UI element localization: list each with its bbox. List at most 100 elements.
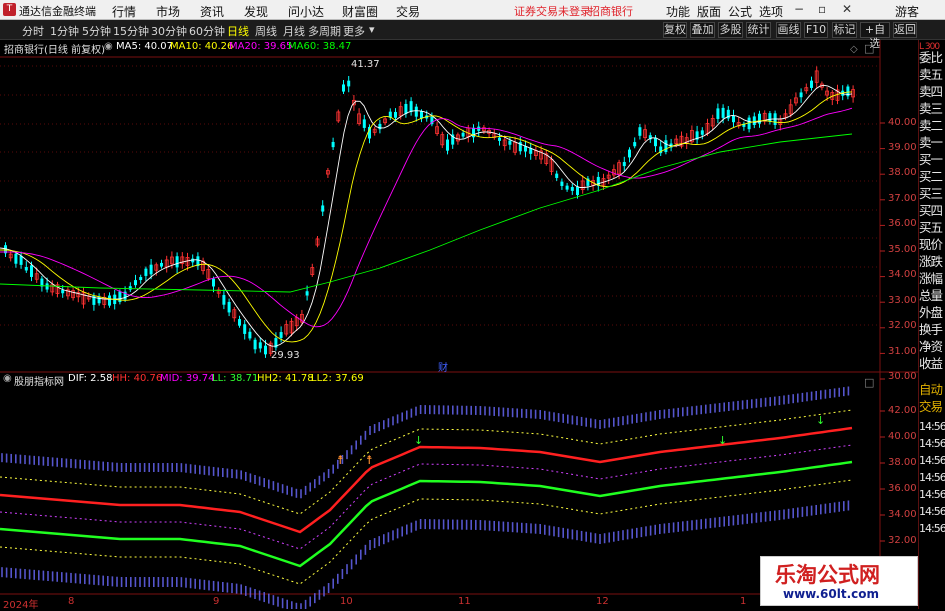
person-signal-icon: ☨ [337,453,344,467]
finance-marker[interactable]: 财 [438,359,448,374]
candle-down [716,108,720,119]
candle-down [732,115,735,123]
candle-down [570,187,574,191]
candle-down [222,295,226,305]
candle-down [576,186,579,196]
ma60-line [0,133,853,293]
candle-down [498,137,501,141]
candle-down [248,331,252,339]
x-label: 8 [68,596,75,607]
x-label: 9 [213,596,220,607]
down-arrow-icon: ↓ [718,434,727,447]
ll2-line [0,479,853,585]
candle-down [378,123,382,130]
sidebar-item[interactable]: 买四 [919,204,945,218]
candle-down [45,283,49,290]
sidebar-item[interactable]: 收益 [919,357,945,371]
sidebar-item[interactable]: 买一 [919,153,945,167]
sidebar-item[interactable]: 买二 [919,170,945,184]
expand-sub-icon[interactable]: □ [864,376,874,389]
x-label: 10 [340,596,353,607]
sidebar-item[interactable]: 现价 [919,238,945,252]
candle-down [560,181,564,186]
sidebar-item[interactable]: 总量 [919,289,945,303]
candle-down [565,185,569,190]
ll2-value: LL2: 37.69 [311,373,364,384]
candle-down [144,268,148,276]
candle-down [799,92,803,98]
chart-canvas: ☨ ☨ ↓ ↓ ↓ [0,40,918,609]
candle-down [342,84,345,92]
candle-down [19,255,23,265]
candle-down [633,142,637,147]
candle-down [461,132,465,137]
candle-down [258,342,262,349]
sidebar-item-auto[interactable]: 自动 [919,383,945,397]
person-signal-icon: ☨ [366,453,373,467]
diamond-icon[interactable]: ◇ [850,44,858,55]
y-label: 38.00 [888,457,917,468]
candle-down [128,286,132,290]
ma20-line [0,107,853,328]
sidebar-item[interactable]: 外盘 [919,306,945,320]
candle-down [238,319,241,326]
tick-time: 14:56 [919,471,945,484]
sidebar-item[interactable]: 买五 [919,221,945,235]
ma60-value: MA60: 38.47 [288,41,352,52]
candle-down [24,267,28,271]
candle-down [134,280,137,286]
x-label: 11 [458,596,471,607]
sidebar-item[interactable]: 涨幅 [919,272,945,286]
hh-value: HH: 40.76 [112,373,163,384]
sidebar-item[interactable]: 卖三 [919,102,945,116]
y-label: 38.00 [888,167,917,178]
candle-down [149,264,153,275]
sidebar-item[interactable]: 卖二 [919,119,945,133]
ll-value: LL: 38.71 [212,373,259,384]
candle-down [555,173,559,178]
candle-down [628,149,631,158]
candle-down [253,339,257,350]
candle-down [752,116,756,125]
candle-down [394,111,397,118]
settings-icon[interactable]: ◉ [3,373,12,384]
ma10-value: MA10: 40.26 [170,41,234,52]
candle-down [108,295,111,306]
candle-down [446,139,449,151]
candle-down [305,291,309,296]
candle-down [700,130,704,135]
sidebar-item[interactable]: 买三 [919,187,945,201]
indicator-name[interactable]: 股朋指标网 [14,373,64,388]
stock-title[interactable]: 招商银行(日线 前复权) [4,41,105,56]
candle-down [227,301,231,313]
expand-icon[interactable]: □ [864,42,874,55]
sidebar-item[interactable]: 委比 [919,51,945,65]
x-label: 12 [596,596,609,607]
candle-down [30,265,33,277]
y-label: 39.00 [888,142,917,153]
hh2-line [0,409,853,515]
candle-down [414,106,418,117]
collapse-icon[interactable]: ◉ [104,41,113,52]
y-label: 31.00 [888,346,917,357]
watermark-title: 乐淘公式网 [775,563,880,587]
sidebar-item[interactable]: 卖一 [919,136,945,150]
low-annotation: 29.93 [271,350,300,361]
sidebar-item[interactable]: 卖五 [919,68,945,82]
sidebar-item[interactable]: 净资 [919,340,945,354]
sidebar-item[interactable]: 涨跌 [919,255,945,269]
sidebar-item[interactable]: 卖四 [919,85,945,99]
hh2-value: HH2: 41.78 [257,373,314,384]
candle-down [409,101,413,112]
ma5-value: MA5: 40.07 [116,41,174,52]
watermark-logo: 乐淘公式网 www.60lt.com [760,556,918,606]
y-label: 32.00 [888,535,917,546]
candle-down [721,107,725,118]
candle-down [664,140,668,153]
sidebar-item[interactable]: 换手 [919,323,945,337]
sidebar-item-trade[interactable]: 交易 [919,400,945,414]
down-arrow-icon: ↓ [414,434,423,447]
candle-down [362,119,366,128]
candle-down [622,162,626,167]
y-label: 40.00 [888,431,917,442]
